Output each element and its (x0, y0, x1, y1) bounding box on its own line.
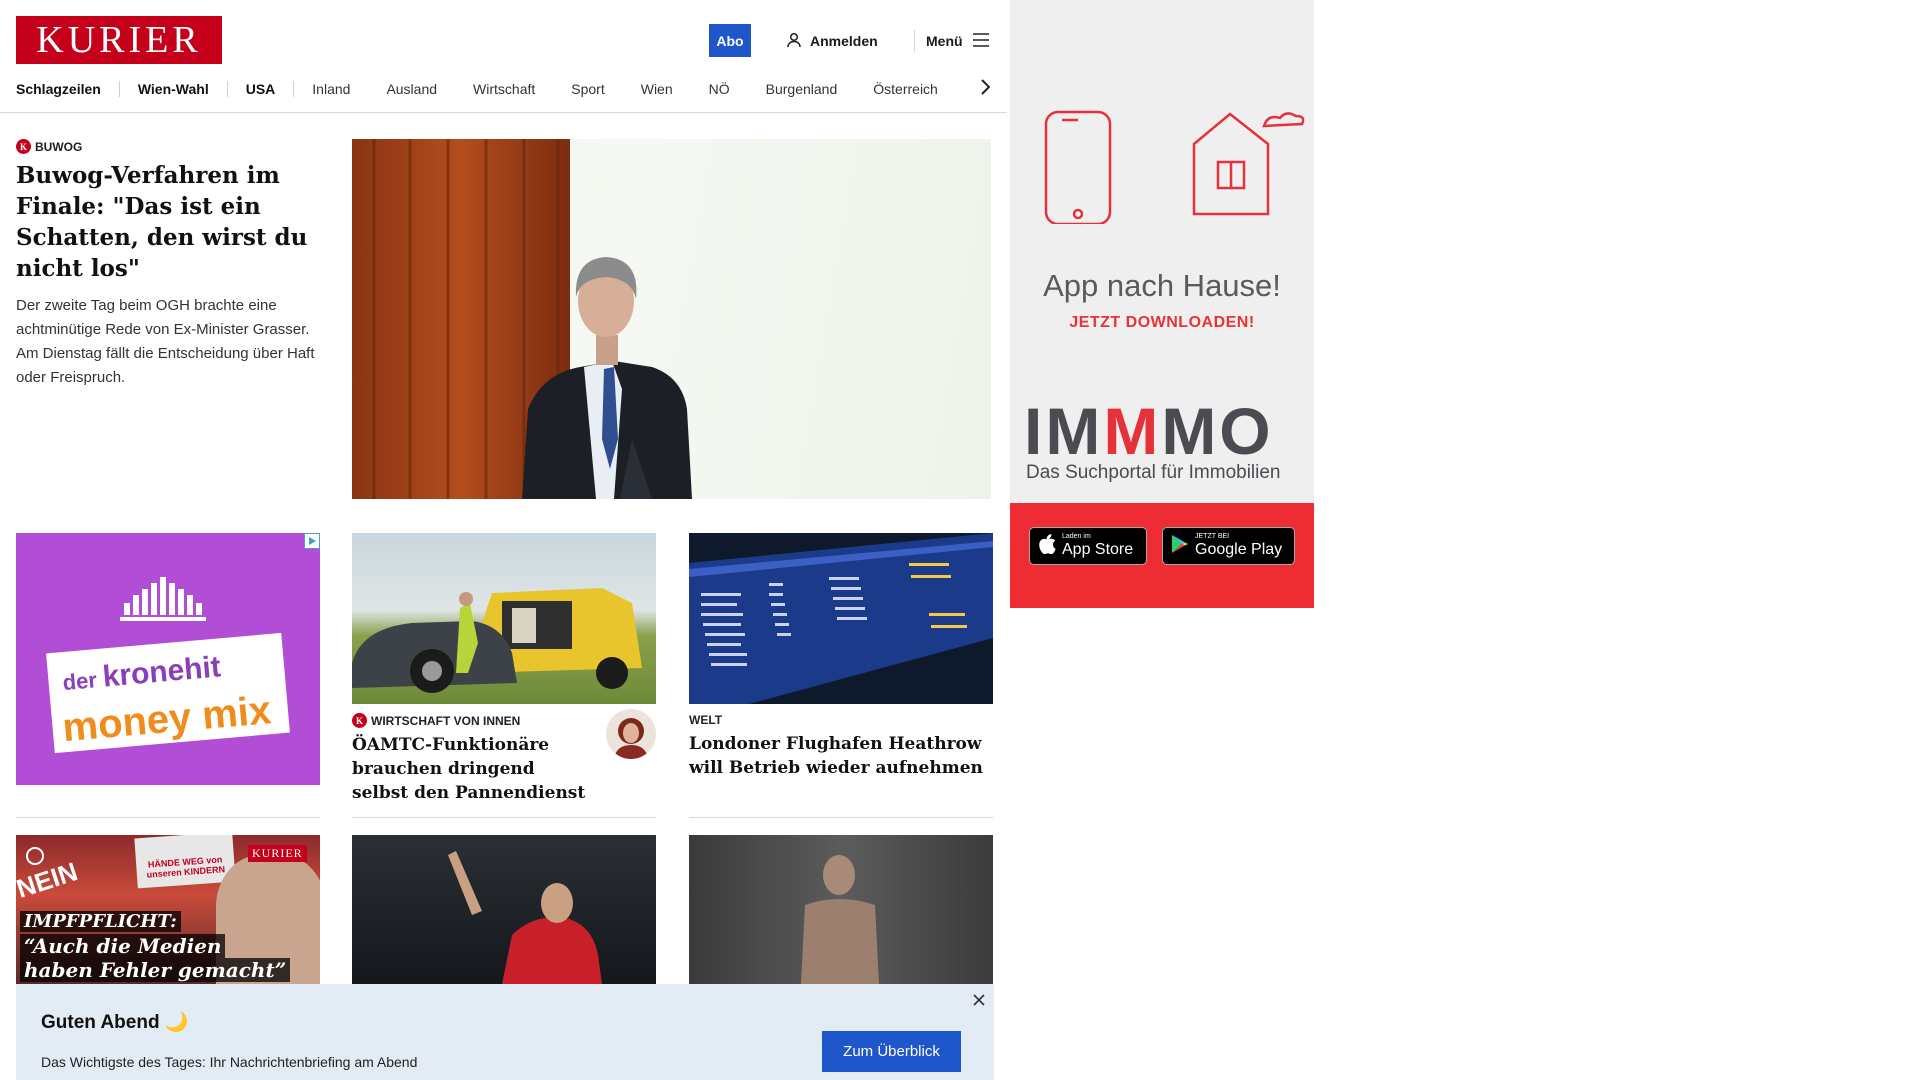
video-caption-line2: “Auch die Medien (20, 934, 226, 958)
article-meta-oeamtc: K WIRTSCHAFT VON INNEN ÖAMTC-Funktionäre… (352, 709, 656, 805)
video-card-impfpflicht[interactable]: HÄNDE WEG von unseren KINDERN NEIN KURIE… (16, 835, 320, 984)
hero-article[interactable]: K BUWOG Buwog-Verfahren im Finale: "Das … (16, 139, 316, 390)
video-caption-line3: haben Fehler gemacht” (20, 958, 291, 982)
abo-button[interactable]: Abo (709, 24, 751, 57)
page: KURIER Abo Anmelden Menü Schlagzeilen Wi… (0, 0, 1920, 1080)
menu-label: Menü (926, 33, 963, 49)
user-icon (786, 32, 802, 51)
immmo-ad[interactable]: App nach Hause! JETZT DOWNLOADEN! IMMMO … (1010, 0, 1314, 608)
hero-image[interactable] (352, 139, 991, 499)
article-image-oeamtc[interactable] (352, 533, 656, 704)
divider (16, 817, 320, 818)
nav-item-ausland[interactable]: Ausland (368, 81, 455, 97)
login-label: Anmelden (810, 33, 878, 49)
hero-kicker: K BUWOG (16, 139, 316, 154)
article-kicker-oeamtc: K WIRTSCHAFT VON INNEN (352, 713, 592, 728)
article-kicker-label: WELT (689, 713, 723, 727)
nav-item-wien-wahl[interactable]: Wien-Wahl (120, 81, 227, 97)
article-image-heathrow[interactable] (689, 533, 993, 704)
nav-item-usa[interactable]: USA (228, 81, 294, 97)
nav-scroll-right-button[interactable] (974, 78, 996, 100)
google-play-icon (1171, 534, 1189, 559)
article-card-oeamtc[interactable]: K WIRTSCHAFT VON INNEN ÖAMTC-Funktionäre… (352, 533, 656, 805)
app-store-label: App Store (1062, 541, 1134, 558)
play-icon[interactable] (26, 847, 44, 865)
ad-money-mix: money mix (60, 688, 273, 751)
article-image-football[interactable] (352, 835, 656, 984)
phone-house-illustration (1044, 110, 1305, 224)
immmo-logo: IMMMO (1024, 394, 1274, 468)
ad-logo-card: der kronehit money mix (46, 632, 290, 754)
login-button[interactable]: Anmelden (786, 29, 878, 53)
kurier-badge: KURIER (248, 845, 307, 862)
nav-item-wirtschaft[interactable]: Wirtschaft (455, 81, 553, 97)
briefing-title: Guten Abend 🌙 (41, 1012, 189, 1033)
briefing-close-button[interactable] (969, 992, 989, 1012)
article-headline-oeamtc[interactable]: ÖAMTC-Funktionäre brauchen dringend selb… (352, 733, 592, 805)
store-badges-bar: Laden im App Store JETZT BEI Google Play (1010, 503, 1314, 608)
google-play-label: Google Play (1195, 541, 1283, 558)
nav-item-wien[interactable]: Wien (623, 81, 691, 97)
apple-icon (1038, 533, 1056, 559)
divider (689, 817, 993, 818)
google-play-small: JETZT BEI (1195, 533, 1230, 540)
hero-teaser: Der zweite Tag beim OGH brachte eine ach… (16, 297, 315, 386)
immmo-tagline: Das Suchportal für Immobilien (1026, 462, 1281, 483)
video-caption-line1: IMPFPFLICHT: (20, 911, 181, 932)
close-icon (973, 993, 985, 1011)
site-header: KURIER Abo Anmelden Menü Schlagzeilen Wi… (0, 0, 1007, 113)
app-store-small: Laden im (1062, 533, 1091, 540)
rail-download-cta[interactable]: JETZT DOWNLOADEN! (1010, 314, 1314, 332)
article-kicker-label: WIRTSCHAFT VON INNEN (371, 713, 521, 728)
kronehit-ad[interactable]: der kronehit money mix (16, 533, 320, 785)
kurier-logo[interactable]: KURIER (16, 16, 222, 64)
chevron-right-icon (980, 78, 991, 100)
divider (352, 817, 656, 818)
kurier-plus-icon: K (16, 139, 31, 154)
rail-headline: App nach Hause! (1043, 268, 1281, 303)
google-play-badge[interactable]: JETZT BEI Google Play (1162, 527, 1295, 565)
kurier-plus-icon: K (352, 713, 367, 728)
hamburger-icon (972, 32, 989, 50)
menu-button[interactable]: Menü (926, 29, 989, 53)
evening-briefing-banner: Guten Abend 🌙 Das Wichtigste des Tages: … (16, 984, 994, 1080)
article-meta-heathrow: WELT Londoner Flughafen Heathrow will Be… (689, 713, 993, 780)
article-kicker-heathrow: WELT (689, 713, 993, 727)
nav-item-inland[interactable]: Inland (294, 81, 368, 97)
article-headline-heathrow[interactable]: Londoner Flughafen Heathrow will Betrieb… (689, 732, 993, 780)
nav-item-oesterreich[interactable]: Österreich (855, 81, 956, 97)
main-nav: Schlagzeilen Wien-Wahl USA Inland Auslan… (16, 78, 956, 100)
crown-icon (120, 577, 206, 621)
nav-item-noe[interactable]: NÖ (691, 81, 748, 97)
hero-headline[interactable]: Buwog-Verfahren im Finale: "Das ist ein … (16, 160, 316, 284)
adchoices-icon[interactable] (304, 533, 320, 549)
nav-item-burgenland[interactable]: Burgenland (748, 81, 856, 97)
header-divider (914, 30, 915, 52)
protest-sign: HÄNDE WEG von unseren KINDERN (134, 835, 236, 889)
app-store-badge[interactable]: Laden im App Store (1029, 527, 1147, 565)
article-card-heathrow[interactable]: WELT Londoner Flughafen Heathrow will Be… (689, 533, 993, 780)
briefing-text: Das Wichtigste des Tages: Ihr Nachrichte… (41, 1054, 418, 1070)
article-image-model[interactable] (689, 835, 993, 984)
zum-ueberblick-button[interactable]: Zum Überblick (822, 1031, 961, 1072)
author-avatar (606, 709, 656, 759)
hero-kicker-label: BUWOG (35, 139, 83, 154)
ad-brand-line: der kronehit (61, 650, 223, 696)
nav-item-sport[interactable]: Sport (553, 81, 622, 97)
nav-item-schlagzeilen[interactable]: Schlagzeilen (16, 81, 119, 97)
